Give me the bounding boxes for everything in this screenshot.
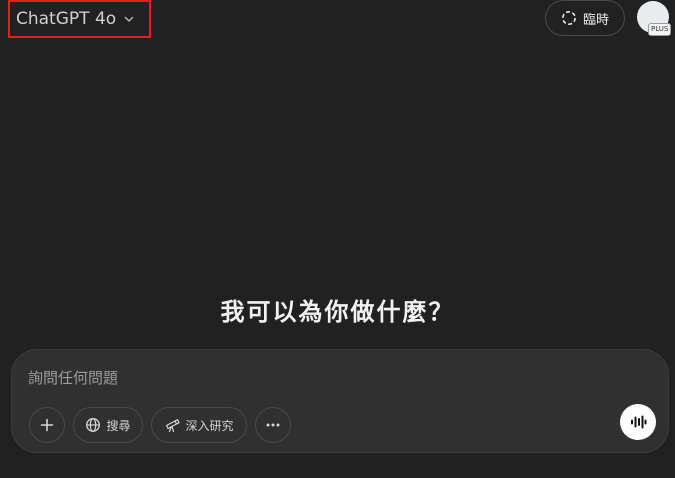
chat-page: ChatGPT 4o 臨時 PLUS 我可以為你做什麼？ 詢問任何問題 搜尋 深… (0, 0, 675, 478)
search-button[interactable]: 搜尋 (73, 407, 143, 443)
globe-icon (85, 417, 101, 433)
chevron-down-icon (123, 13, 135, 25)
voice-mode-button[interactable] (620, 404, 656, 440)
model-name: ChatGPT 4o (16, 9, 117, 29)
plan-badge: PLUS (648, 23, 672, 36)
deep-research-button[interactable]: 深入研究 (151, 407, 247, 443)
message-input[interactable] (28, 366, 588, 390)
temporary-chat-label: 臨時 (582, 12, 609, 28)
model-selector-button[interactable]: ChatGPT 4o (8, 0, 151, 38)
voice-waveform-icon (629, 413, 647, 431)
temporary-chat-button[interactable]: 臨時 (545, 0, 625, 36)
search-label: 搜尋 (106, 418, 131, 433)
page-heading: 我可以為你做什麼？ (220, 298, 455, 326)
telescope-icon (164, 417, 181, 433)
deep-research-label: 深入研究 (185, 418, 234, 433)
dashed-circle-icon (561, 10, 577, 26)
attach-button[interactable] (29, 407, 65, 443)
more-horizontal-icon (265, 417, 281, 433)
more-tools-button[interactable] (255, 407, 291, 443)
plus-icon (39, 417, 55, 433)
